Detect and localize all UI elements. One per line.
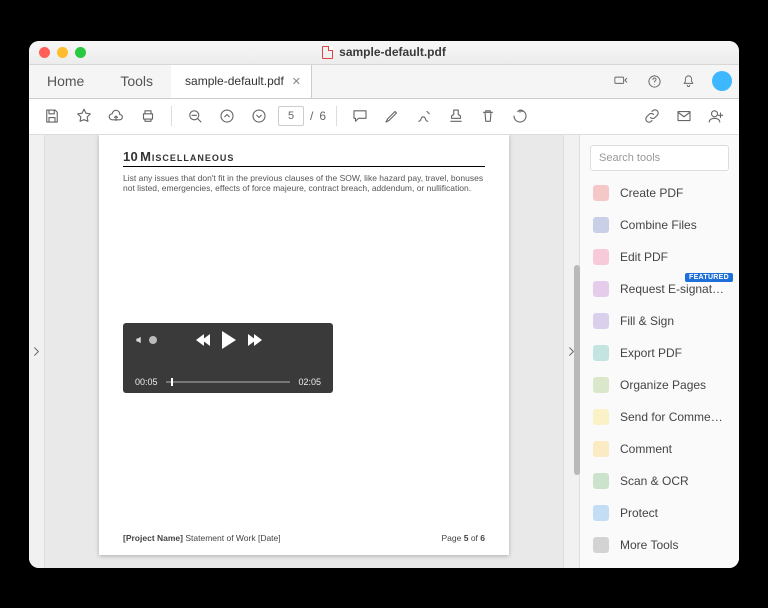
tool-organize-pages[interactable]: Organize Pages <box>580 369 739 401</box>
notifications-icon[interactable] <box>671 65 705 98</box>
section-body-text: List any issues that don't fit in the pr… <box>123 173 485 313</box>
account-avatar[interactable] <box>705 65 739 98</box>
tool-label: Fill & Sign <box>620 314 674 328</box>
tool-more-tools[interactable]: More Tools <box>580 529 739 561</box>
tool-icon <box>592 280 610 298</box>
maximize-window-button[interactable] <box>75 47 86 58</box>
delete-icon[interactable] <box>475 103 501 129</box>
save-icon[interactable] <box>39 103 65 129</box>
tool-icon <box>592 504 610 522</box>
tool-label: Organize Pages <box>620 378 706 392</box>
print-icon[interactable] <box>135 103 161 129</box>
forward-button[interactable] <box>250 334 262 346</box>
pdf-page: 10Miscellaneous List any issues that don… <box>99 135 509 555</box>
link-icon[interactable] <box>639 103 665 129</box>
close-tab-icon[interactable]: ✕ <box>292 75 301 88</box>
highlight-icon[interactable] <box>379 103 405 129</box>
tool-icon <box>592 344 610 362</box>
tool-combine-files[interactable]: Combine Files <box>580 209 739 241</box>
tab-document[interactable]: sample-default.pdf ✕ <box>171 64 312 98</box>
time-total: 02:05 <box>298 377 321 387</box>
zoom-out-icon[interactable] <box>182 103 208 129</box>
tool-label: Create PDF <box>620 186 683 200</box>
help-icon[interactable] <box>637 65 671 98</box>
window-controls <box>39 47 86 58</box>
share-device-icon[interactable] <box>603 65 637 98</box>
tab-bar: Home Tools sample-default.pdf ✕ <box>29 65 739 99</box>
document-viewport[interactable]: 10Miscellaneous List any issues that don… <box>45 135 563 568</box>
cloud-upload-icon[interactable] <box>103 103 129 129</box>
tool-icon <box>592 536 610 554</box>
toolbar: 5 / 6 <box>29 99 739 135</box>
tab-document-label: sample-default.pdf <box>185 74 284 88</box>
titlebar: sample-default.pdf <box>29 41 739 65</box>
app-window: sample-default.pdf Home Tools sample-def… <box>29 41 739 568</box>
main-body: 10Miscellaneous List any issues that don… <box>29 135 739 568</box>
tool-icon <box>592 248 610 266</box>
draw-icon[interactable] <box>411 103 437 129</box>
tool-protect[interactable]: Protect <box>580 497 739 529</box>
tool-icon <box>592 376 610 394</box>
tool-create-pdf[interactable]: Create PDF <box>580 177 739 209</box>
star-icon[interactable] <box>71 103 97 129</box>
volume-icon <box>135 335 145 345</box>
tool-icon <box>592 472 610 490</box>
email-icon[interactable] <box>671 103 697 129</box>
page-footer: [Project Name] Statement of Work [Date] … <box>123 533 485 543</box>
tool-icon <box>592 408 610 426</box>
page-total: 6 <box>319 109 326 123</box>
time-elapsed: 00:05 <box>135 377 158 387</box>
play-button[interactable] <box>222 331 236 349</box>
audio-player[interactable]: 00:05 02:05 <box>123 323 333 393</box>
rotate-icon[interactable] <box>507 103 533 129</box>
page-down-icon[interactable] <box>246 103 272 129</box>
tool-icon <box>592 184 610 202</box>
window-title: sample-default.pdf <box>339 45 446 59</box>
tool-label: Scan & OCR <box>620 474 689 488</box>
section-heading: 10Miscellaneous <box>123 149 485 167</box>
pdf-file-icon <box>322 46 333 59</box>
comment-bubble-icon[interactable] <box>347 103 373 129</box>
minimize-window-button[interactable] <box>57 47 68 58</box>
tool-label: Export PDF <box>620 346 682 360</box>
tool-label: Send for Comme… <box>620 410 723 424</box>
tool-icon <box>592 440 610 458</box>
tool-label: Request E-signat… <box>620 282 724 296</box>
tab-tools[interactable]: Tools <box>102 65 171 98</box>
tools-panel: Search tools Create PDF Combine Files Edit… <box>579 135 739 568</box>
close-window-button[interactable] <box>39 47 50 58</box>
page-number-input[interactable]: 5 <box>278 106 304 126</box>
page-up-icon[interactable] <box>214 103 240 129</box>
volume-control[interactable] <box>135 335 157 345</box>
tool-label: Protect <box>620 506 658 520</box>
tool-export-pdf[interactable]: Export PDF <box>580 337 739 369</box>
tool-fill-sign[interactable]: Fill & Sign <box>580 305 739 337</box>
tool-label: Comment <box>620 442 672 456</box>
tool-icon <box>592 312 610 330</box>
left-panel-toggle[interactable] <box>29 135 45 568</box>
tab-home[interactable]: Home <box>29 65 102 98</box>
tool-comment[interactable]: Comment <box>580 433 739 465</box>
featured-badge: FEATURED <box>685 273 733 282</box>
tool-label: More Tools <box>620 538 678 552</box>
tool-edit-pdf[interactable]: Edit PDF <box>580 241 739 273</box>
tool-scan-ocr[interactable]: Scan & OCR <box>580 465 739 497</box>
stamp-icon[interactable] <box>443 103 469 129</box>
tool-label: Edit PDF <box>620 250 668 264</box>
tool-label: Combine Files <box>620 218 697 232</box>
tool-send-for-comme[interactable]: Send for Comme… <box>580 401 739 433</box>
tool-request-e-signat[interactable]: Request E-signat…FEATURED <box>580 273 739 305</box>
account-add-icon[interactable] <box>703 103 729 129</box>
search-tools-input[interactable]: Search tools <box>590 145 729 171</box>
page-separator: / <box>310 109 313 123</box>
seek-bar[interactable]: 00:05 02:05 <box>135 377 321 387</box>
tool-icon <box>592 216 610 234</box>
rewind-button[interactable] <box>196 334 208 346</box>
